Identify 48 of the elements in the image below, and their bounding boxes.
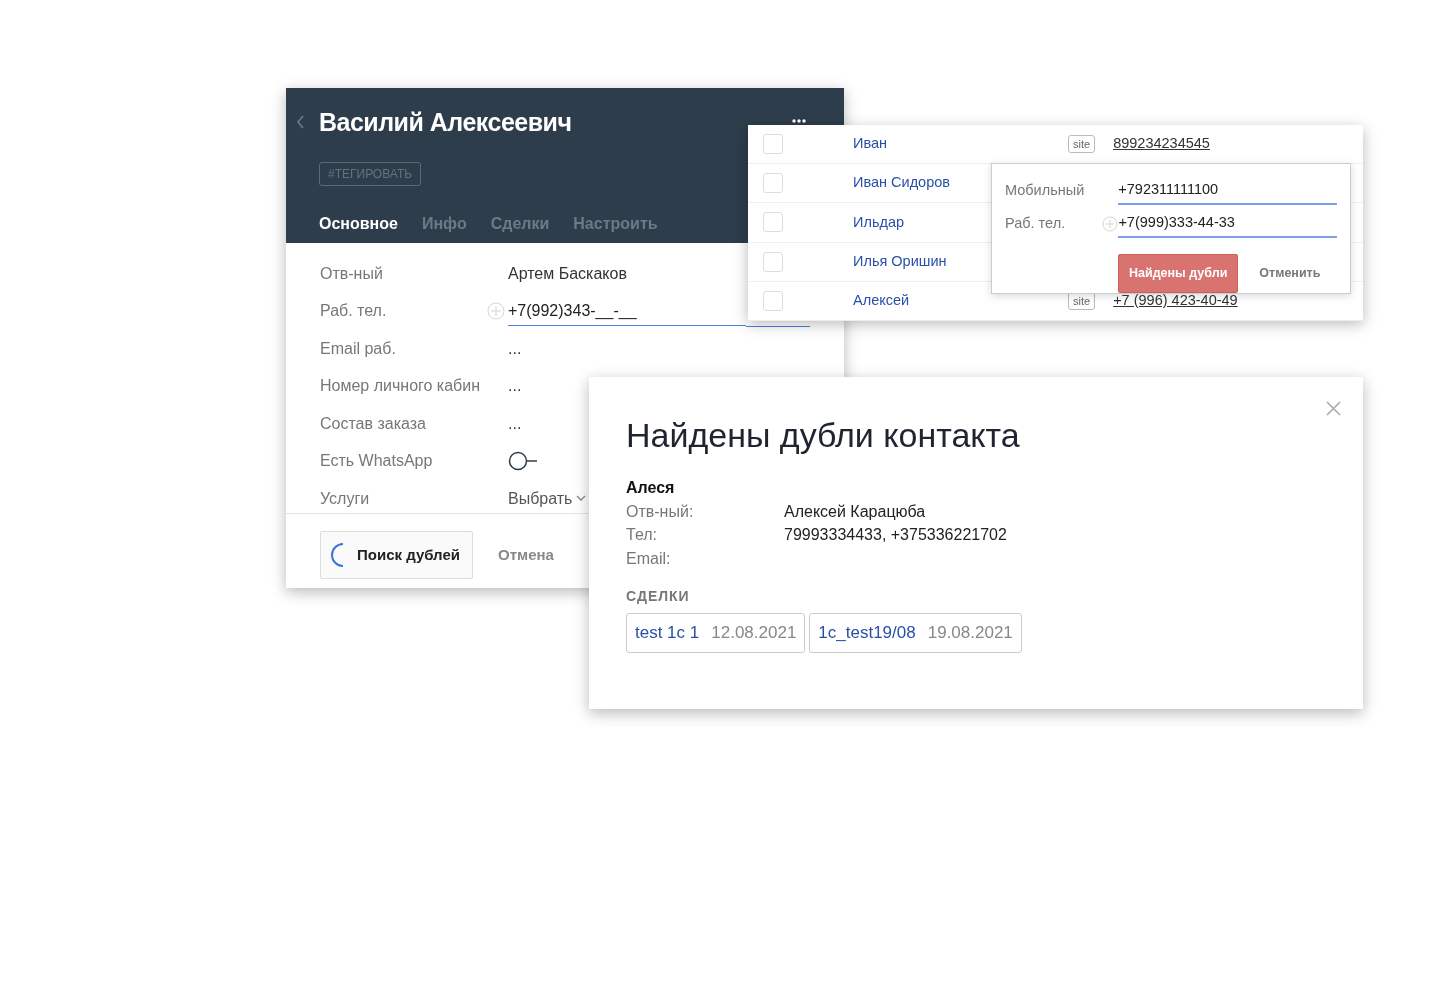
section-heading: СДЕЛКИ	[626, 587, 691, 607]
contact-link[interactable]: Иван	[853, 133, 1068, 155]
field-label: Мобильный	[1005, 180, 1086, 200]
select-dropdown[interactable]: Выбрать	[508, 486, 587, 511]
source-tag: site	[1068, 134, 1096, 154]
cancel-button[interactable]: Отменить	[1253, 263, 1327, 284]
contact-name-title: Василий Алексеевич	[319, 107, 572, 138]
field-value: Артем Баскаков	[508, 263, 627, 284]
field-label: Раб. тел.	[320, 301, 388, 322]
checkbox[interactable]	[763, 212, 783, 233]
field-value: ...	[508, 413, 522, 434]
contact-name: Алеся	[626, 477, 676, 498]
detail-label: Тел:	[626, 525, 659, 546]
deal-date: 12.08.2021	[711, 622, 797, 645]
more-icon[interactable]	[792, 118, 806, 124]
field-label: Услуги	[320, 488, 371, 509]
deal-date: 19.08.2021	[927, 622, 1013, 645]
field-label: Номер личного кабин	[320, 376, 482, 397]
checkbox[interactable]	[763, 134, 783, 155]
checkbox[interactable]	[763, 173, 783, 194]
close-icon[interactable]	[1326, 401, 1341, 416]
field-label: Раб. тел.	[1005, 213, 1067, 233]
tab[interactable]: Основное	[317, 207, 400, 249]
field-value: ...	[508, 338, 522, 359]
detail-label: Email:	[626, 548, 672, 569]
phone-field[interactable]: +7(992)343-__-__	[508, 296, 746, 326]
deal-link[interactable]: 1c_test19/08	[818, 620, 916, 646]
field-label: Отв-ный	[320, 263, 384, 284]
back-icon[interactable]	[296, 114, 306, 130]
field-value: ...	[508, 376, 522, 397]
detail-value: 79993334433, +375336221702	[784, 525, 1007, 546]
checkbox[interactable]	[763, 290, 783, 311]
toggle-switch[interactable]	[508, 451, 538, 472]
phone-link[interactable]: 899234234545	[1113, 133, 1210, 155]
detail-label: Отв-ный:	[626, 501, 695, 522]
caret-icon	[576, 495, 587, 503]
add-icon[interactable]	[487, 302, 505, 321]
field-label: Состав заказа	[320, 413, 427, 434]
field-label: Есть WhatsApp	[320, 451, 434, 472]
checkbox[interactable]	[763, 251, 783, 272]
add-icon[interactable]	[1102, 215, 1119, 232]
deal-link[interactable]: test 1c 1	[635, 620, 700, 646]
dialog-title: Найдены дубли контакта	[626, 415, 1021, 456]
cancel-button[interactable]: Отмена	[492, 542, 560, 568]
field-label: Email раб.	[320, 338, 397, 359]
contact-link[interactable]: Алексей	[853, 289, 1068, 312]
search-duplicates-button[interactable]: Поиск дублей	[320, 531, 473, 579]
detail-value: Алексей Карацюба	[784, 501, 926, 522]
